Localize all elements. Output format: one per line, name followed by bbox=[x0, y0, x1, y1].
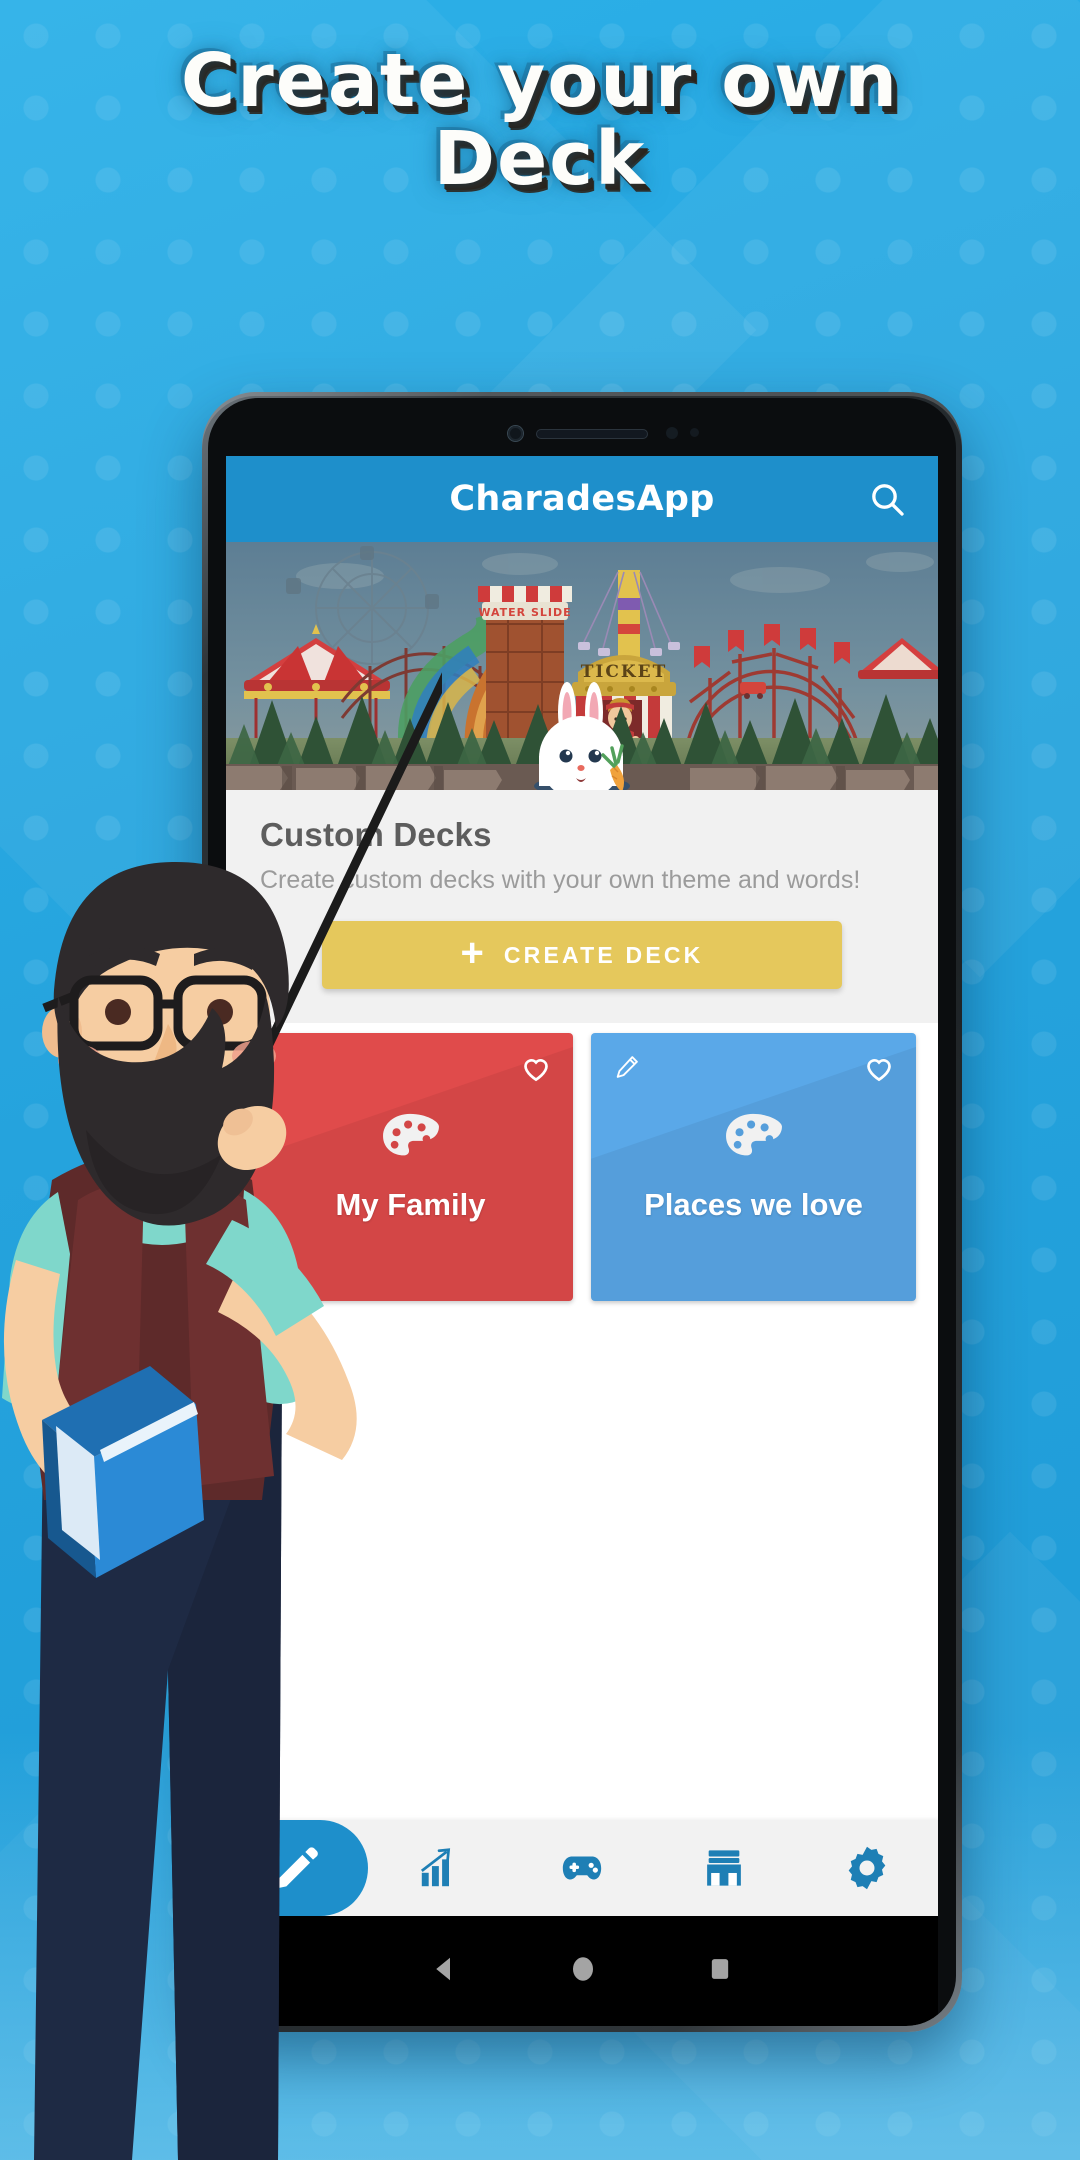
heart-outline-icon[interactable] bbox=[519, 1051, 553, 1090]
square-recents-icon[interactable] bbox=[706, 1955, 734, 1988]
pencil-icon[interactable] bbox=[613, 1053, 641, 1086]
deck-grid: My Family Places we love bbox=[226, 1023, 938, 1301]
custom-decks-subtitle: Create custom decks with your own theme … bbox=[260, 866, 861, 894]
nav-item-store[interactable] bbox=[653, 1820, 795, 1916]
pencil-icon bbox=[276, 1847, 319, 1889]
phone-top-sensors bbox=[226, 414, 938, 456]
create-deck-button[interactable]: + CREATE DECK bbox=[322, 921, 842, 989]
create-deck-label: CREATE DECK bbox=[503, 941, 704, 968]
nav-item-play[interactable] bbox=[511, 1820, 653, 1916]
deck-title: Places we love bbox=[644, 1186, 863, 1222]
heart-outline-icon[interactable] bbox=[862, 1051, 896, 1090]
hero-banner[interactable]: WATER SLIDE TICKET bbox=[226, 542, 938, 790]
svg-text:WATER SLIDE: WATER SLIDE bbox=[478, 606, 571, 619]
amusement-park-illustration: WATER SLIDE TICKET bbox=[226, 542, 938, 790]
triangle-back-icon[interactable] bbox=[430, 1954, 460, 1989]
android-system-nav bbox=[226, 1916, 938, 2026]
nav-item-decks[interactable] bbox=[226, 1820, 369, 1916]
search-icon[interactable] bbox=[864, 476, 910, 522]
create-deck-container: + CREATE DECK bbox=[226, 895, 938, 1023]
light-sensor bbox=[690, 428, 699, 437]
palette-icon bbox=[380, 1112, 442, 1171]
svg-text:TICKET: TICKET bbox=[581, 662, 668, 682]
bar-chart-icon bbox=[420, 1848, 450, 1887]
phone-mockup: CharadesApp WATER SLIDE TICKET Custom De… bbox=[202, 392, 962, 2032]
nav-item-settings[interactable] bbox=[796, 1820, 938, 1916]
earpiece-speaker bbox=[536, 429, 648, 439]
bottom-navigation bbox=[226, 1820, 938, 1916]
nav-item-stats[interactable] bbox=[368, 1820, 510, 1916]
proximity-sensor bbox=[666, 427, 678, 439]
deck-card-my-family[interactable]: My Family bbox=[248, 1033, 573, 1301]
plus-icon: + bbox=[460, 931, 484, 975]
phone-screen: CharadesApp WATER SLIDE TICKET Custom De… bbox=[226, 456, 938, 2026]
deck-card-places-we-love[interactable]: Places we love bbox=[591, 1033, 916, 1301]
front-camera-icon bbox=[508, 426, 523, 441]
app-bar: CharadesApp bbox=[226, 456, 938, 542]
gamepad-icon bbox=[562, 1856, 602, 1880]
custom-decks-title: Custom Decks bbox=[260, 816, 492, 853]
store-icon bbox=[707, 1850, 742, 1886]
deck-title: My Family bbox=[335, 1186, 486, 1222]
app-title: CharadesApp bbox=[449, 479, 715, 519]
phone-bezel: CharadesApp WATER SLIDE TICKET Custom De… bbox=[208, 398, 956, 2026]
circle-home-icon[interactable] bbox=[568, 1954, 598, 1989]
custom-decks-section: Custom Decks Create custom decks with yo… bbox=[226, 790, 938, 895]
gear-icon bbox=[848, 1846, 886, 1890]
palette-icon bbox=[723, 1112, 785, 1171]
